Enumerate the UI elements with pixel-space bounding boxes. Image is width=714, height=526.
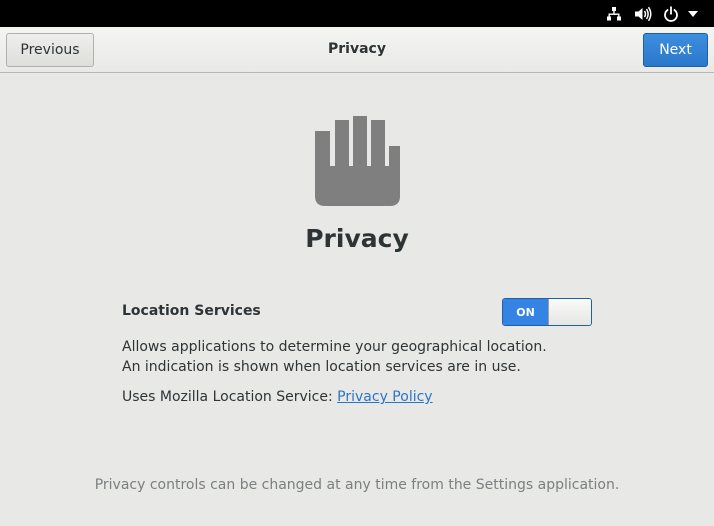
location-services-label: Location Services bbox=[122, 303, 261, 319]
location-description: Allows applications to determine your ge… bbox=[122, 339, 547, 375]
header-bar: Previous Privacy Next bbox=[0, 27, 714, 73]
top-bar bbox=[0, 0, 714, 27]
volume-icon[interactable] bbox=[633, 4, 653, 23]
page-title: Privacy bbox=[305, 224, 409, 253]
next-button[interactable]: Next bbox=[643, 33, 708, 67]
privacy-policy-link[interactable]: Privacy Policy bbox=[337, 389, 432, 405]
hand-icon bbox=[313, 114, 401, 212]
footer-note: Privacy controls can be changed at any t… bbox=[94, 477, 620, 493]
location-services-switch[interactable]: ON bbox=[502, 298, 592, 326]
switch-on-label: ON bbox=[503, 299, 548, 325]
mozilla-service-line: Uses Mozilla Location Service: Privacy P… bbox=[122, 387, 433, 407]
chevron-down-icon[interactable] bbox=[686, 4, 700, 23]
header-title: Privacy bbox=[328, 41, 386, 57]
power-icon[interactable] bbox=[662, 4, 680, 23]
mozilla-service-text: Uses Mozilla Location Service: bbox=[122, 389, 338, 405]
switch-knob[interactable] bbox=[548, 299, 591, 325]
network-icon[interactable] bbox=[605, 4, 623, 23]
